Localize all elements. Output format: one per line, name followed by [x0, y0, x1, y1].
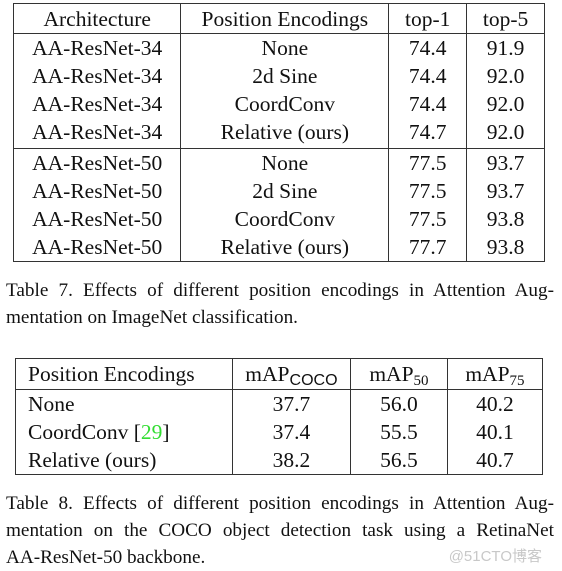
cell-encoding: 2d Sine: [180, 62, 390, 90]
table-7: Architecture Position Encodings top-1 to…: [12, 3, 545, 262]
header-map-75: mAP75: [446, 358, 544, 390]
cell-top5: 93.7: [466, 177, 545, 205]
header-map-coco: mAPCOCO: [231, 358, 352, 390]
cell-map-coco: 37.7: [231, 389, 352, 418]
cell-map-75: 40.2: [446, 389, 544, 418]
cell-top5: 92.0: [466, 62, 545, 90]
cell-encoding: CoordConv: [180, 205, 390, 233]
table-row: AA-ResNet-50 2d Sine 77.5 93.7: [12, 177, 545, 205]
table-row: AA-ResNet-34 2d Sine 74.4 92.0: [12, 62, 545, 90]
cell-encoding: CoordConv: [180, 90, 390, 118]
table-row: CoordConv [29] 37.4 55.5 40.1: [15, 418, 544, 446]
cell-encoding: Relative (ours): [180, 233, 390, 262]
caption-line: Table 7. Effects of different position e…: [6, 280, 554, 301]
encoding-name: None: [28, 392, 75, 416]
table-row: None 37.7 56.0 40.2: [15, 389, 544, 418]
cell-architecture: AA-ResNet-34: [12, 118, 182, 149]
citation-link[interactable]: 29: [141, 420, 163, 444]
encoding-name: Relative (ours): [28, 448, 157, 472]
cell-encoding: Relative (ours): [15, 446, 233, 475]
header-top5: top-5: [466, 3, 545, 34]
cell-top1: 77.7: [388, 233, 468, 262]
cell-architecture: AA-ResNet-50: [12, 233, 182, 262]
citation-bracket-open: [: [133, 420, 141, 444]
cell-encoding: None: [15, 389, 233, 418]
table-header-row: Architecture Position Encodings top-1 to…: [12, 3, 545, 34]
header-architecture: Architecture: [12, 3, 182, 34]
watermark: @51CTO博客: [448, 548, 542, 565]
cell-architecture: AA-ResNet-34: [12, 90, 182, 118]
cell-encoding: Relative (ours): [180, 118, 390, 149]
table-row: AA-ResNet-50 None 77.5 93.7: [12, 148, 545, 177]
table-header-row: Position Encodings mAPCOCO mAP50 mAP75: [15, 358, 544, 390]
cell-top1: 77.5: [388, 205, 468, 233]
cell-map-50: 56.0: [350, 389, 448, 418]
header-base: mAP: [465, 362, 510, 386]
cell-encoding: None: [180, 148, 390, 177]
table-8: Position Encodings mAPCOCO mAP50 mAP75 N…: [15, 358, 544, 475]
table-row: AA-ResNet-50 Relative (ours) 77.7 93.8: [12, 233, 545, 262]
cell-top5: 91.9: [466, 33, 545, 62]
cell-architecture: AA-ResNet-50: [12, 177, 182, 205]
cell-top5: 93.8: [466, 205, 545, 233]
table-row: AA-ResNet-34 Relative (ours) 74.7 92.0: [12, 118, 545, 149]
caption-line: mentation on ImageNet classification.: [6, 307, 298, 328]
cell-top1: 77.5: [388, 177, 468, 205]
encoding-name: CoordConv: [28, 420, 134, 444]
cell-top5: 93.8: [466, 233, 545, 262]
table-group-resnet50: AA-ResNet-50 None 77.5 93.7 AA-ResNet-50…: [12, 148, 545, 262]
cell-map-50: 56.5: [350, 446, 448, 475]
cell-map-75: 40.1: [446, 418, 544, 446]
cell-top1: 77.5: [388, 148, 468, 177]
cell-top5: 93.7: [466, 148, 545, 177]
header-base: mAP: [245, 362, 290, 386]
caption-line: Table 8. Effects of different position e…: [6, 493, 554, 514]
header-map-50: mAP50: [350, 358, 448, 390]
cell-architecture: AA-ResNet-50: [12, 148, 182, 177]
cell-top5: 92.0: [466, 118, 545, 149]
cell-top1: 74.7: [388, 118, 468, 149]
header-subscript: COCO: [289, 372, 338, 389]
cell-top1: 74.4: [388, 62, 468, 90]
cell-top1: 74.4: [388, 90, 468, 118]
cell-map-50: 55.5: [350, 418, 448, 446]
caption-line: mentation on the COCO object detection t…: [6, 520, 554, 541]
cell-top1: 74.4: [388, 33, 468, 62]
table-row: AA-ResNet-50 CoordConv 77.5 93.8: [12, 205, 545, 233]
cell-map-75: 40.7: [446, 446, 544, 475]
cell-top5: 92.0: [466, 90, 545, 118]
cell-encoding: CoordConv [29]: [15, 418, 233, 446]
header-base: mAP: [369, 362, 414, 386]
header-top1: top-1: [388, 3, 468, 34]
header-position-encodings: Position Encodings: [15, 358, 233, 390]
cell-encoding: 2d Sine: [180, 177, 390, 205]
table-7-caption: Table 7. Effects of different position e…: [6, 277, 554, 331]
cell-map-coco: 38.2: [231, 446, 352, 475]
header-position-encodings: Position Encodings: [180, 3, 390, 34]
table-row: AA-ResNet-34 None 74.4 91.9: [12, 33, 545, 62]
header-subscript: 75: [509, 373, 525, 389]
table-group-resnet34: AA-ResNet-34 None 74.4 91.9 AA-ResNet-34…: [12, 33, 545, 149]
table-row: AA-ResNet-34 CoordConv 74.4 92.0: [12, 90, 545, 118]
cell-architecture: AA-ResNet-50: [12, 205, 182, 233]
cell-architecture: AA-ResNet-34: [12, 62, 182, 90]
table-row: Relative (ours) 38.2 56.5 40.7: [15, 446, 544, 475]
cell-map-coco: 37.4: [231, 418, 352, 446]
citation-bracket-close: ]: [162, 420, 170, 444]
cell-architecture: AA-ResNet-34: [12, 33, 182, 62]
cell-encoding: None: [180, 33, 390, 62]
header-subscript: 50: [413, 373, 429, 389]
